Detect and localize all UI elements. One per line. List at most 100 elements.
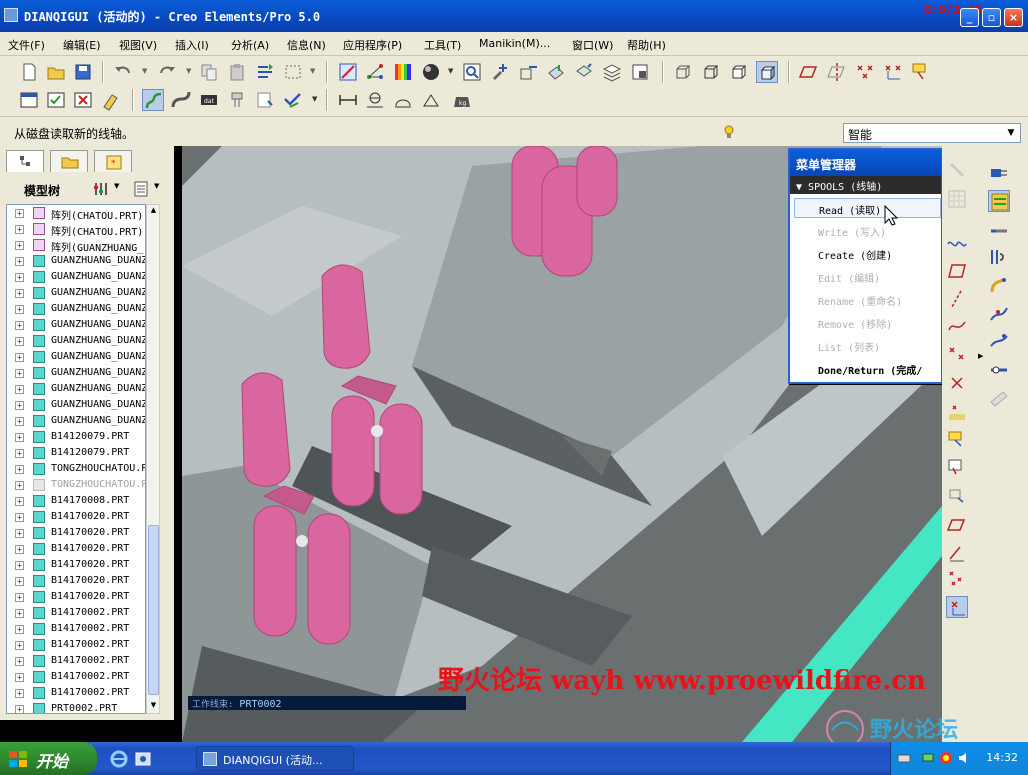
expand-icon[interactable]: + (15, 369, 24, 378)
expand-icon[interactable]: + (15, 529, 24, 538)
hole-icon[interactable] (946, 160, 968, 182)
tree-row[interactable]: + B14170020.PRT (7, 557, 145, 573)
measure-length-icon[interactable] (337, 89, 359, 111)
copy-icon[interactable] (198, 61, 220, 83)
expand-icon[interactable]: + (15, 641, 24, 650)
tree-row[interactable]: + B14170008.PRT (7, 493, 145, 509)
menu-edit[interactable]: 编辑(E) (63, 37, 101, 53)
tree-row[interactable]: + B14170002.PRT (7, 685, 145, 701)
check-route-icon[interactable] (282, 89, 304, 111)
tree-row[interactable]: + 阵列(CHATOU.PRT) (7, 205, 145, 222)
point-icon[interactable] (946, 344, 968, 366)
network-tray-icon[interactable] (921, 751, 935, 765)
tree-row[interactable]: + 阵列(CHATOU.PRT) (7, 221, 145, 238)
expand-icon[interactable]: + (15, 337, 24, 346)
expand-icon[interactable]: + (15, 433, 24, 442)
section-collapse-icon[interactable]: ▼ (796, 182, 808, 193)
tab-favorites[interactable]: * (94, 150, 132, 172)
menu-read[interactable]: Read (读取) (794, 198, 941, 218)
datum-point-icon[interactable] (854, 61, 876, 83)
expand-icon[interactable]: + (15, 449, 24, 458)
menu-manager-dialog[interactable]: 菜单管理器 ▼ SPOOLS (线轴) Read (读取) Write (写入)… (788, 148, 943, 384)
show-desktop-icon[interactable] (134, 750, 152, 768)
hidden-line-icon[interactable] (700, 61, 722, 83)
network-icon[interactable] (364, 61, 386, 83)
tree-row[interactable]: + GUANZHUANG_DUANZ (7, 285, 145, 301)
select-box-icon[interactable] (282, 61, 304, 83)
datum-axis-sketch-icon[interactable] (946, 542, 968, 564)
lightbulb-icon[interactable] (724, 124, 734, 140)
save-icon[interactable] (72, 61, 94, 83)
tree-row[interactable]: + B14170020.PRT (7, 573, 145, 589)
tab-model-tree[interactable] (6, 150, 44, 172)
axis-icon[interactable] (946, 288, 968, 310)
show-menu-icon[interactable] (132, 180, 150, 198)
sketch-icon[interactable] (337, 61, 359, 83)
expand-icon[interactable]: + (15, 545, 24, 554)
harness-connector-icon[interactable] (988, 190, 1010, 212)
menu-applications[interactable]: 应用程序(P) (343, 37, 402, 53)
tree-row[interactable]: + GUANZHUANG_DUANZ (7, 381, 145, 397)
color-appearance-icon[interactable] (392, 61, 414, 83)
network-branch-icon[interactable] (988, 302, 1010, 324)
offset-point-icon[interactable] (946, 402, 968, 424)
scrollbar-thumb[interactable] (148, 525, 159, 695)
tree-row[interactable]: + B14170002.PRT (7, 637, 145, 653)
datum-plane-icon[interactable] (798, 61, 820, 83)
zoom-out-icon[interactable] (517, 61, 539, 83)
menu-file[interactable]: 文件(F) (8, 37, 45, 53)
zoom-in-icon[interactable] (489, 61, 511, 83)
panel-splitter[interactable] (175, 346, 181, 406)
expand-icon[interactable]: + (15, 209, 24, 218)
checkbox-icon[interactable] (45, 89, 67, 111)
regenerate-icon[interactable] (254, 61, 276, 83)
shade-sphere-icon[interactable] (420, 61, 442, 83)
window-frame-icon[interactable] (18, 89, 40, 111)
modify-route-icon[interactable] (988, 330, 1010, 352)
eraser-icon[interactable] (100, 89, 122, 111)
spools-section-header[interactable]: ▼ SPOOLS (线轴) (790, 176, 941, 194)
tree-row[interactable]: + GUANZHUANG_DUANZ (7, 365, 145, 381)
plane-icon[interactable] (946, 260, 968, 282)
expand-icon[interactable]: + (15, 225, 24, 234)
csys-icon[interactable] (946, 372, 968, 394)
tree-row[interactable]: + GUANZHUANG_DUANZ (7, 317, 145, 333)
menu-create[interactable]: Create (创建) (794, 244, 941, 264)
spool-connector-icon[interactable] (226, 89, 248, 111)
internet-explorer-icon[interactable] (110, 750, 128, 768)
delete-window-icon[interactable] (72, 89, 94, 111)
expand-icon[interactable]: + (15, 561, 24, 570)
tree-row[interactable]: + B14120079.PRT (7, 429, 145, 445)
expand-icon[interactable]: + (15, 657, 24, 666)
undo-icon[interactable] (112, 61, 134, 83)
point-array-icon[interactable] (946, 568, 968, 590)
measure-diameter-icon[interactable] (364, 89, 386, 111)
close-button[interactable]: × (1004, 8, 1023, 27)
expand-icon[interactable]: + (15, 353, 24, 362)
expand-icon[interactable]: + (15, 689, 24, 698)
tree-row[interactable]: + TONGZHOUCHATOU.P (7, 477, 145, 493)
tree-row[interactable]: + B14170020.PRT (7, 541, 145, 557)
menu-view[interactable]: 视图(V) (119, 37, 157, 53)
tree-row[interactable]: + B14120079.PRT (7, 445, 145, 461)
measure-area-icon[interactable] (392, 89, 414, 111)
tree-row[interactable]: + B14170020.PRT (7, 509, 145, 525)
mass-properties-icon[interactable]: kg (451, 89, 473, 111)
volume-icon[interactable] (957, 751, 971, 765)
menu-tools[interactable]: 工具(T) (424, 37, 461, 53)
menu-info[interactable]: 信息(N) (287, 37, 326, 53)
tree-row[interactable]: + GUANZHUANG_DUANZ (7, 269, 145, 285)
no-hidden-icon[interactable] (728, 61, 750, 83)
grid-icon[interactable] (946, 188, 968, 210)
expand-icon[interactable]: + (15, 273, 24, 282)
parameter-icon[interactable] (254, 89, 276, 111)
paste-icon[interactable] (226, 61, 248, 83)
taskbar-app-button[interactable]: DIANQIGUI (活动... (196, 746, 354, 771)
view-manager-icon[interactable] (629, 61, 651, 83)
measure-angle-icon[interactable] (420, 89, 442, 111)
expand-icon[interactable]: + (15, 513, 24, 522)
expand-icon[interactable]: + (15, 289, 24, 298)
route-cable-icon[interactable] (142, 89, 164, 111)
expand-icon[interactable]: + (15, 609, 24, 618)
expand-icon[interactable]: + (15, 577, 24, 586)
